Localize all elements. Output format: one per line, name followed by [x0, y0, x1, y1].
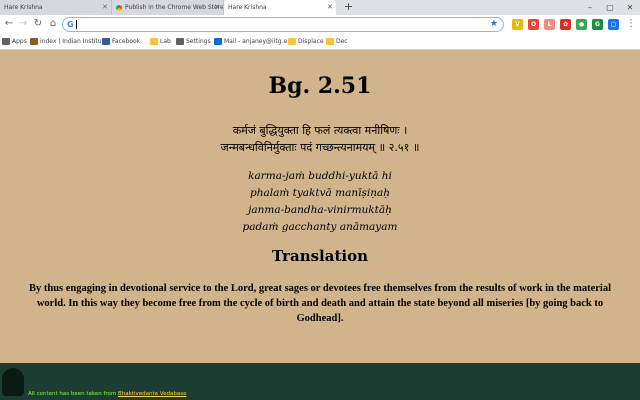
folder-icon [288, 38, 296, 45]
translation-heading: Translation [272, 247, 368, 265]
close-window-button[interactable]: ✕ [620, 0, 640, 15]
chrome-icon [116, 4, 122, 11]
bookmark-label: Apps [12, 38, 27, 45]
bookmark-label: Facebook [112, 38, 141, 45]
forward-button[interactable]: → [16, 17, 30, 31]
text-caret [76, 20, 77, 29]
page-content: Bg. 2.51 कर्मजं बुद्धियुक्ता हि फलं त्यक… [0, 51, 640, 363]
google-icon: G [67, 20, 74, 29]
bookmark-item[interactable]: Settings [176, 34, 211, 50]
close-icon[interactable]: ✕ [102, 0, 108, 15]
plus-icon: + [343, 0, 354, 13]
maximize-icon: ▢ [606, 3, 614, 12]
address-bar[interactable]: G ★ [62, 17, 504, 32]
bookmark-item[interactable]: Apps [2, 34, 27, 50]
bookmark-label: Displace [298, 38, 324, 45]
bookmark-item[interactable]: Displace [288, 34, 324, 50]
bookmark-item[interactable]: Lab [150, 34, 171, 50]
maximize-button[interactable]: ▢ [600, 0, 620, 15]
vedabase-link[interactable]: Bhaktivedanta Vedabase [118, 391, 186, 397]
bookmark-label: Settings [186, 38, 211, 45]
bookmark-item[interactable]: index | Indian Institut [30, 34, 104, 50]
browser-toolbar: ← → ↻ ⌂ G ★ V O L ✿ ● G ▢ ⋮ [0, 15, 640, 34]
bookmark-item[interactable]: Mail - anjaney@iitg.e [214, 34, 287, 50]
bookmark-label: Mail - anjaney@iitg.e [224, 38, 288, 45]
minimize-button[interactable]: – [580, 0, 600, 15]
folder-icon [326, 38, 334, 45]
krishna-logo-icon [2, 368, 24, 396]
extension-icon[interactable]: ▢ [608, 19, 619, 30]
tab-label: Hare Krishna [228, 4, 267, 11]
close-icon: ✕ [626, 3, 634, 12]
tab-chrome-web-store[interactable]: Publish in the Chrome Web Store ✕ [112, 0, 224, 15]
folder-icon [150, 38, 158, 45]
transliteration-line-2: phalaṁ tyaktvā manīṣiṇaḥ [249, 187, 391, 199]
extension-icon[interactable]: G [592, 19, 603, 30]
devanagari-line-1: कर्मजं बुद्धियुक्ता हि फलं त्यक्त्वा मनी… [232, 124, 408, 137]
bookmarks-bar: Apps index | Indian Institut Facebook Lab Se… [0, 34, 640, 50]
facebook-icon [102, 38, 110, 45]
tab-label: Hare Krishna [4, 4, 43, 11]
transliteration-line-4: padaṁ gacchanty anāmayam [242, 221, 398, 233]
close-icon[interactable]: ✕ [327, 0, 333, 15]
page-title: Bg. 2.51 [268, 73, 372, 99]
new-tab-button[interactable]: + [342, 1, 355, 14]
close-icon[interactable]: ✕ [214, 0, 220, 15]
extension-icon[interactable]: L [544, 19, 555, 30]
forward-arrow-icon: → [18, 18, 28, 29]
site-icon [30, 38, 38, 45]
footer: All content has been taken from Bhaktive… [0, 363, 640, 400]
bookmark-label: index | Indian Institut [40, 38, 104, 45]
tab-strip: Hare Krishna ✕ Publish in the Chrome Web… [0, 0, 640, 15]
extension-icon[interactable]: O [528, 19, 539, 30]
minimize-icon: – [588, 3, 592, 12]
tab-hare-krishna-active[interactable]: Hare Krishna ✕ [224, 0, 336, 15]
bookmark-item[interactable]: Dec [326, 34, 348, 50]
gear-icon [176, 38, 184, 45]
outlook-icon [214, 38, 222, 45]
transliteration-line-3: janma-bandha-vinirmuktāḥ [248, 204, 392, 216]
back-button[interactable]: ← [2, 17, 16, 31]
transliteration-line-1: karma-jaṁ buddhi-yuktā hi [248, 170, 392, 182]
reload-button[interactable]: ↻ [31, 17, 45, 31]
extension-icon[interactable]: ● [576, 19, 587, 30]
extension-icon[interactable]: V [512, 19, 523, 30]
home-button[interactable]: ⌂ [46, 17, 60, 31]
footer-credit-text: All content has been taken from [28, 391, 119, 397]
bookmark-label: Lab [160, 38, 171, 45]
menu-dots-icon[interactable]: ⋮ [626, 17, 636, 31]
tab-hare-krishna-1[interactable]: Hare Krishna ✕ [0, 0, 112, 15]
tab-label: Publish in the Chrome Web Store [125, 4, 224, 11]
bookmark-star-icon[interactable]: ★ [490, 18, 498, 31]
bookmark-label: Dec [336, 38, 348, 45]
reload-icon: ↻ [33, 18, 43, 29]
translation-text: By thus engaging in devotional service t… [29, 283, 611, 324]
back-arrow-icon: ← [4, 18, 14, 29]
extension-icon[interactable]: ✿ [560, 19, 571, 30]
home-icon: ⌂ [49, 18, 57, 29]
bookmark-item[interactable]: Facebook [102, 34, 140, 50]
devanagari-line-2: जन्मबन्धविनिर्मुक्ताः पदं गच्छन्त्यनामयम… [220, 141, 420, 154]
footer-credit: All content has been taken from Bhaktive… [28, 391, 186, 397]
apps-grid-icon [2, 38, 10, 45]
